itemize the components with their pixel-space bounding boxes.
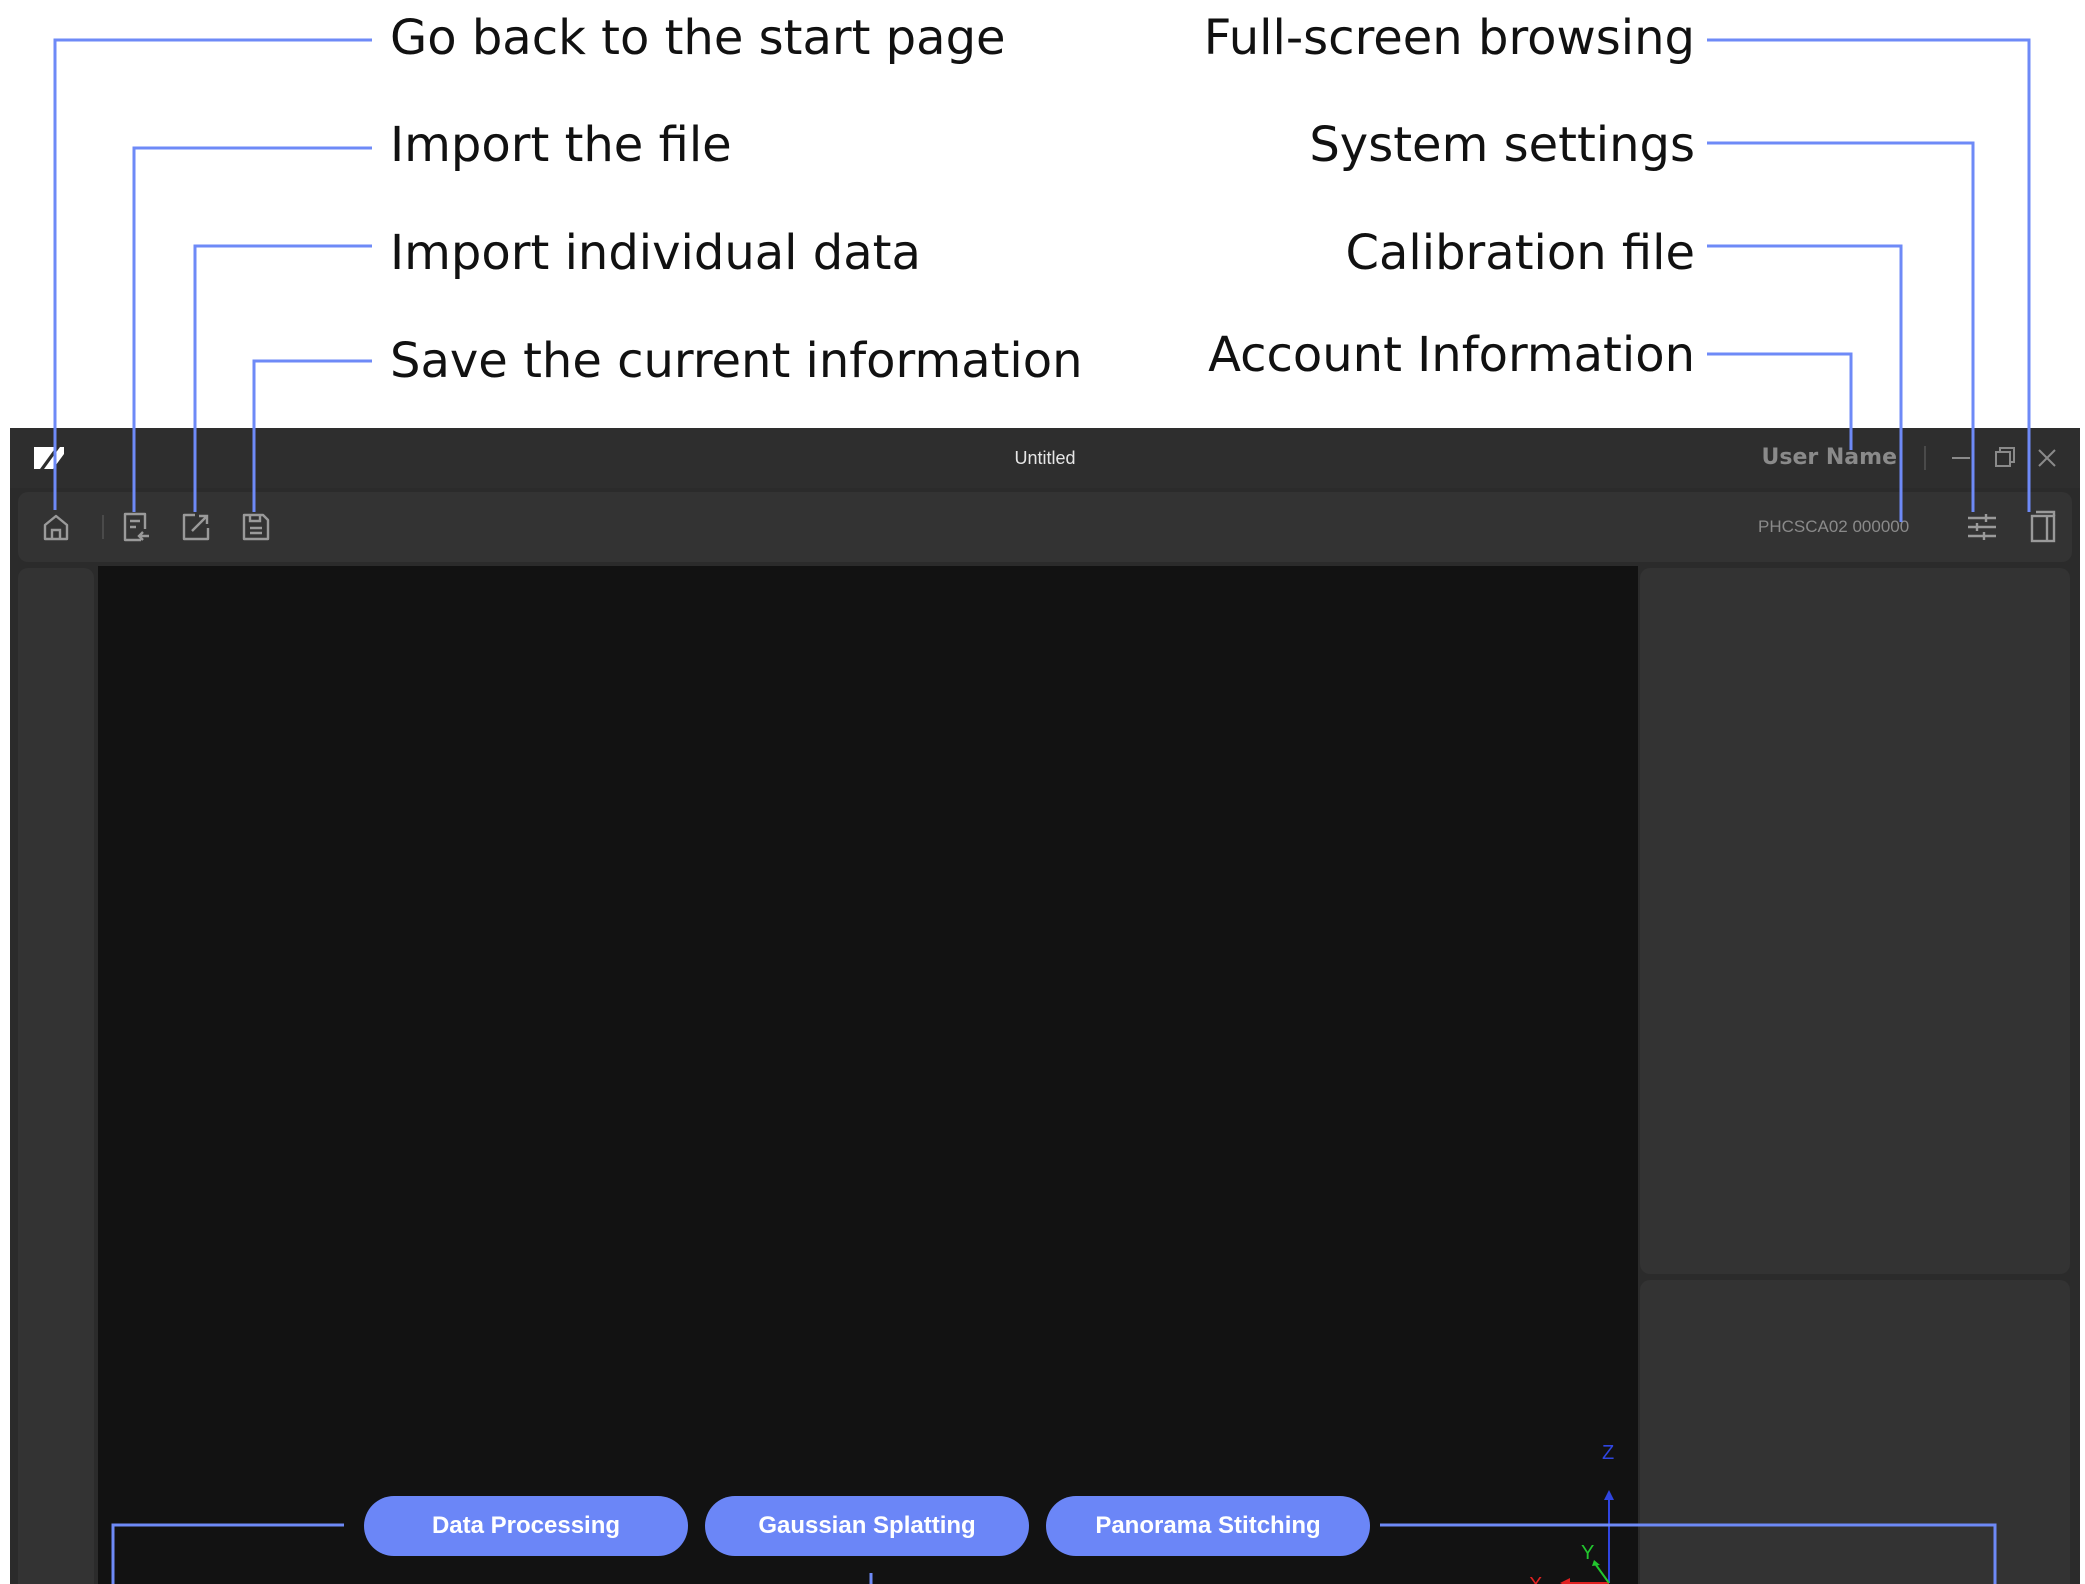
home-icon[interactable] bbox=[38, 509, 74, 545]
gaussian-splatting-button[interactable]: Gaussian Splatting bbox=[705, 1496, 1029, 1556]
callout-fullscreen: Full-screen browsing bbox=[1203, 10, 1695, 66]
minimize-icon[interactable] bbox=[1946, 443, 1976, 473]
callout-save: Save the current information bbox=[390, 333, 1083, 389]
app-window: Untitled User Name PHCSCA02 000000 Z Y bbox=[10, 428, 2080, 1584]
panorama-stitching-button[interactable]: Panorama Stitching bbox=[1046, 1496, 1370, 1556]
callout-import-file: Import the file bbox=[390, 117, 732, 173]
restore-icon[interactable] bbox=[1989, 443, 2019, 473]
left-side-panel bbox=[18, 568, 94, 1584]
callout-calibration: Calibration file bbox=[1345, 225, 1695, 281]
annotated-screenshot: Go back to the start page Import the fil… bbox=[0, 0, 2085, 1584]
axis-x-label: X bbox=[1529, 1574, 1542, 1584]
data-processing-button[interactable]: Data Processing bbox=[364, 1496, 688, 1556]
close-icon[interactable] bbox=[2032, 443, 2062, 473]
import-file-icon[interactable] bbox=[118, 509, 154, 545]
axis-z-label: Z bbox=[1602, 1442, 1614, 1464]
callout-system-settings: System settings bbox=[1309, 117, 1695, 173]
user-name[interactable]: User Name bbox=[1762, 428, 1898, 488]
save-icon[interactable] bbox=[238, 509, 274, 545]
callout-account: Account Information bbox=[1208, 327, 1695, 383]
titlebar-divider bbox=[1924, 446, 1926, 470]
calibration-file-label[interactable]: PHCSCA02 000000 bbox=[1758, 492, 1909, 562]
toolbar: PHCSCA02 000000 bbox=[18, 492, 2072, 562]
axis-y-label: Y bbox=[1581, 1542, 1594, 1564]
fullscreen-icon[interactable] bbox=[2024, 509, 2060, 545]
axis-gizmo: Z Y X bbox=[1529, 1442, 1614, 1584]
callout-home: Go back to the start page bbox=[390, 10, 1006, 66]
callout-import-data: Import individual data bbox=[390, 225, 921, 281]
3d-viewport[interactable] bbox=[98, 566, 1638, 1584]
title-bar: Untitled User Name bbox=[10, 428, 2080, 488]
import-data-icon[interactable] bbox=[178, 509, 214, 545]
right-panel-top bbox=[1640, 568, 2070, 1274]
right-panel-bottom bbox=[1640, 1280, 2070, 1584]
settings-sliders-icon[interactable] bbox=[1964, 509, 2000, 545]
toolbar-divider bbox=[102, 515, 104, 539]
